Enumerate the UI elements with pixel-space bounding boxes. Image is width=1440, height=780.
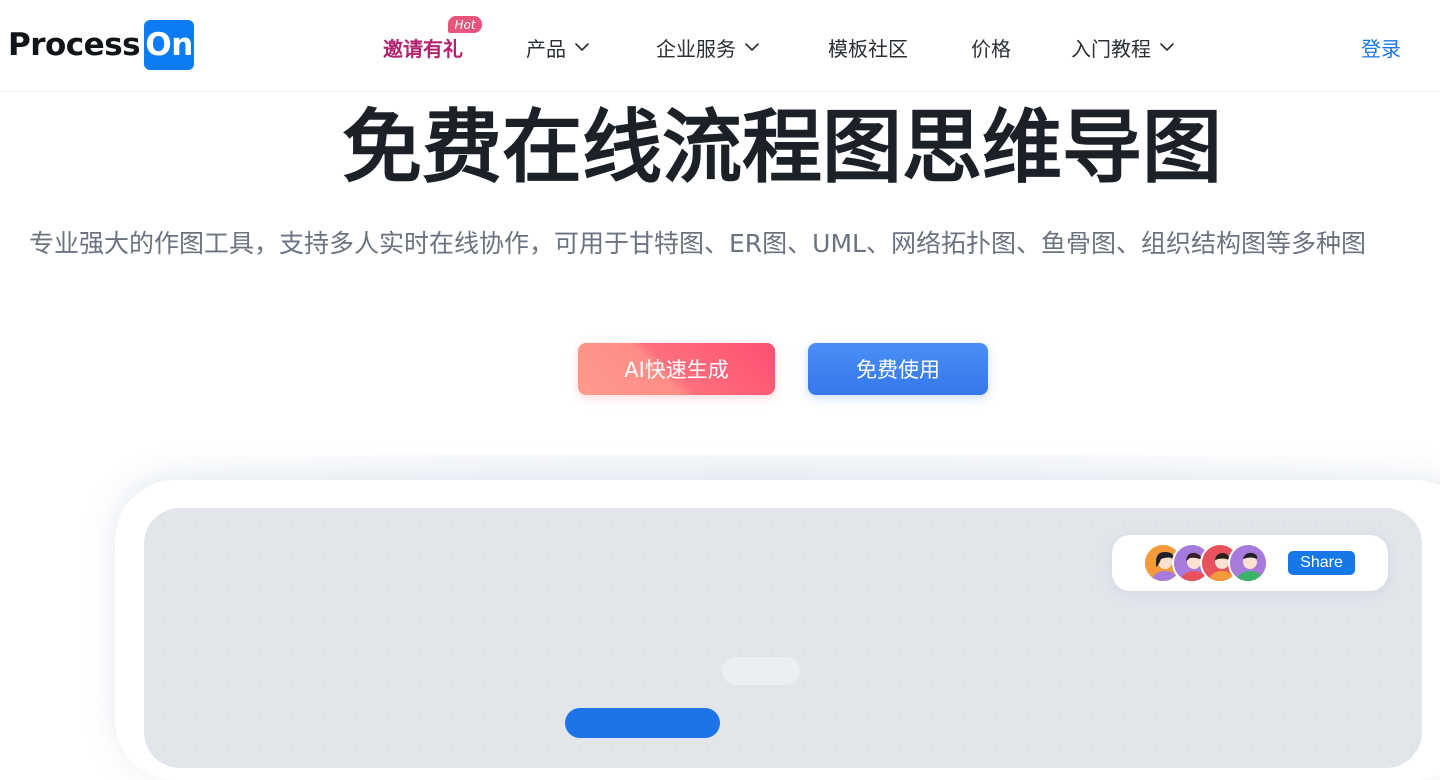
- nav-item-template-community[interactable]: 模板社区: [828, 32, 908, 62]
- nav-item-tutorial[interactable]: 入门教程: [1071, 32, 1175, 62]
- hot-badge: Hot: [448, 16, 482, 33]
- processon-logo[interactable]: Process On: [8, 20, 195, 70]
- nav-item-price[interactable]: 价格: [971, 32, 1011, 62]
- free-use-button[interactable]: 免费使用: [808, 343, 988, 395]
- nav-item-invite[interactable]: 邀请有礼: [383, 32, 463, 62]
- nav-item-enterprise-services[interactable]: 企业服务: [656, 32, 760, 62]
- hero-subtitle: 专业强大的作图工具，支持多人实时在线协作，可用于甘特图、ER图、UML、网络拓扑…: [29, 229, 1366, 258]
- nav-item-templates-label: 模板社区: [828, 36, 908, 61]
- login-link[interactable]: 登录: [1361, 32, 1401, 62]
- nav-item-enterprise-label: 企业服务: [656, 36, 736, 61]
- chevron-down-icon: [575, 43, 589, 51]
- logo-box: On: [144, 20, 195, 70]
- chevron-down-icon: [1160, 43, 1174, 51]
- chevron-down-icon: [745, 43, 759, 51]
- nav-item-product[interactable]: 产品: [526, 32, 590, 62]
- avatar: [1228, 543, 1268, 583]
- nav-item-invite-label: 邀请有礼: [383, 36, 463, 61]
- hero-title: 免费在线流程图思维导图: [342, 101, 1222, 194]
- top-navigation-bar: Process On 邀请有礼 Hot 产品 企业服务 模板社区 价格 入门教程: [0, 0, 1440, 92]
- nav-item-price-label: 价格: [971, 36, 1011, 61]
- share-button[interactable]: Share: [1288, 551, 1355, 575]
- nav-item-tutorial-label: 入门教程: [1071, 36, 1151, 61]
- ai-generate-button[interactable]: AI快速生成: [578, 343, 775, 395]
- nav-item-product-label: 产品: [526, 36, 566, 61]
- canvas-ghost-node: [722, 657, 800, 685]
- logo-text: Process: [8, 27, 141, 63]
